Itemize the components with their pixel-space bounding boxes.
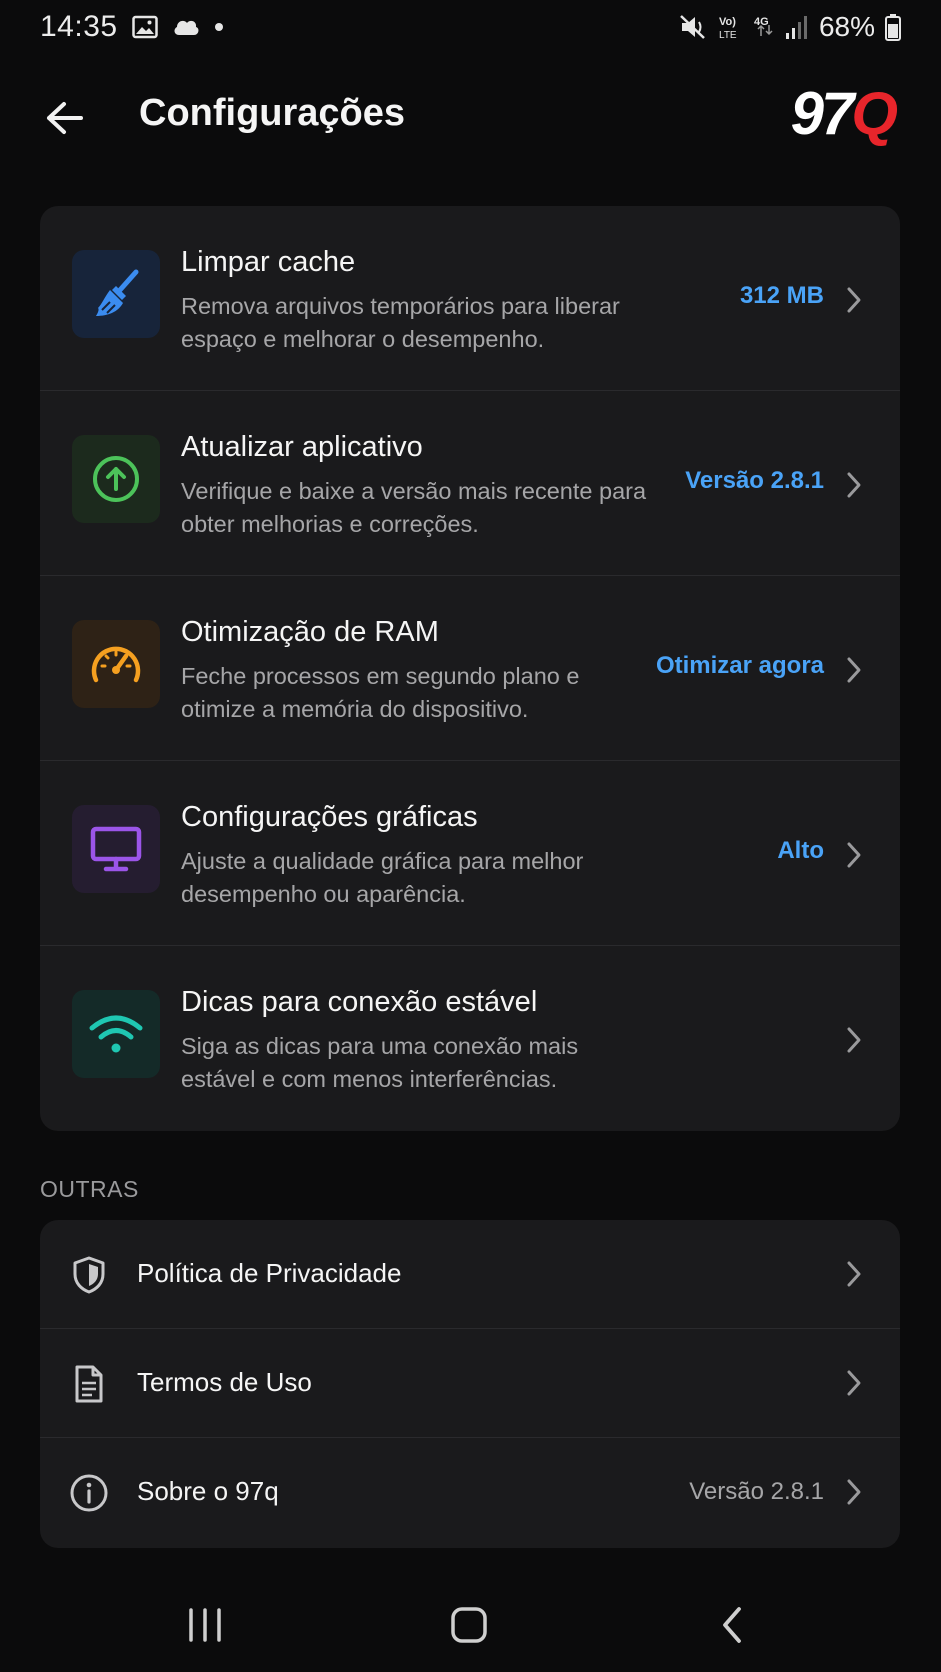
home-button[interactable] [439,1600,499,1650]
app-header: Configurações 97 Q [0,78,941,158]
setting-row-clear-cache[interactable]: Limpar cache Remova arquivos temporários… [40,206,900,391]
volte-icon: Vo) LTE [717,13,743,41]
svg-text:Vo): Vo) [719,16,736,28]
setting-description: Siga as dicas para uma conexão mais está… [181,1033,579,1092]
network-4g-icon: 4G [753,13,775,41]
logo-number: 97 [790,80,855,147]
page-title: Configurações [139,92,406,134]
setting-title: Atualizar aplicativo [181,431,423,463]
setting-value: 312 MB [739,282,824,309]
broom-icon [72,250,160,338]
status-bar: 14:35 Vo) LTE 4G 68% [0,0,941,54]
home-icon [451,1607,487,1643]
settings-screen: 14:35 Vo) LTE 4G 68% Configurações 97 Q … [0,0,941,1672]
status-time: 14:35 [40,10,118,43]
back-button[interactable] [40,94,88,142]
document-icon [68,1363,110,1405]
section-label-other: OUTRAS [40,1176,139,1202]
status-right: Vo) LTE 4G 68% [679,11,901,43]
other-row-about[interactable]: Sobre o 97q Versão 2.8.1 [40,1438,900,1547]
setting-description: Remova arquivos temporários para liberar… [181,293,620,352]
signal-icon [785,14,809,40]
setting-value: Versão 2.8.1 [685,467,824,494]
battery-percentage: 68% [818,11,875,42]
chevron-left-icon [723,1607,741,1643]
chevron-right-icon [842,1474,866,1510]
other-card: Política de Privacidade Termos de Uso So… [40,1220,900,1548]
other-row-terms[interactable]: Termos de Uso [40,1329,900,1438]
setting-row-ram-optimization[interactable]: Otimização de RAM Feche processos em seg… [40,576,900,761]
other-row-privacy-policy[interactable]: Política de Privacidade [40,1220,900,1329]
system-back-button[interactable] [702,1600,762,1650]
other-value: Versão 2.8.1 [689,1478,824,1505]
shield-icon [68,1254,110,1296]
settings-card: Limpar cache Remova arquivos temporários… [40,206,900,1131]
chevron-right-icon [842,837,866,873]
upload-circle-icon [72,435,160,523]
setting-description: Verifique e baixe a versão mais recente … [181,478,647,537]
setting-value: Alto [777,837,824,864]
setting-title: Otimização de RAM [181,616,439,648]
setting-row-update-app[interactable]: Atualizar aplicativo Verifique e baixe a… [40,391,900,576]
chevron-right-icon [842,652,866,688]
setting-title: Dicas para conexão estável [181,986,538,1018]
chevron-right-icon [842,1022,866,1058]
chevron-right-icon [842,282,866,318]
cloud-icon [172,16,200,38]
setting-row-graphics[interactable]: Configurações gráficas Ajuste a qualidad… [40,761,900,946]
mute-icon [679,14,707,40]
setting-value: Otimizar agora [655,652,824,679]
recent-apps-icon [189,1608,221,1642]
chevron-right-icon [842,467,866,503]
setting-description: Feche processos em segundo plano e otimi… [181,663,580,722]
battery-icon [885,13,901,41]
setting-description: Ajuste a qualidade gráfica para melhor d… [181,848,584,907]
notification-dot-icon [214,22,224,32]
other-label: Termos de Uso [137,1367,312,1397]
gallery-icon [131,15,158,39]
other-label: Sobre o 97q [137,1476,279,1506]
svg-text:LTE: LTE [719,30,737,41]
monitor-icon [72,805,160,893]
info-icon [68,1472,110,1514]
setting-row-connection-tips[interactable]: Dicas para conexão estável Siga as dicas… [40,946,900,1131]
arrow-left-icon [47,102,83,134]
speedometer-icon [72,620,160,708]
app-logo: 97 Q [790,80,898,147]
wifi-icon [72,990,160,1078]
logo-letter: Q [851,80,898,147]
recent-apps-button[interactable] [175,1600,235,1650]
system-navigation-bar [0,1590,941,1660]
status-left: 14:35 [40,10,224,44]
chevron-right-icon [842,1365,866,1401]
chevron-right-icon [842,1256,866,1292]
setting-title: Configurações gráficas [181,801,478,833]
setting-title: Limpar cache [181,246,356,278]
other-label: Política de Privacidade [137,1258,402,1288]
